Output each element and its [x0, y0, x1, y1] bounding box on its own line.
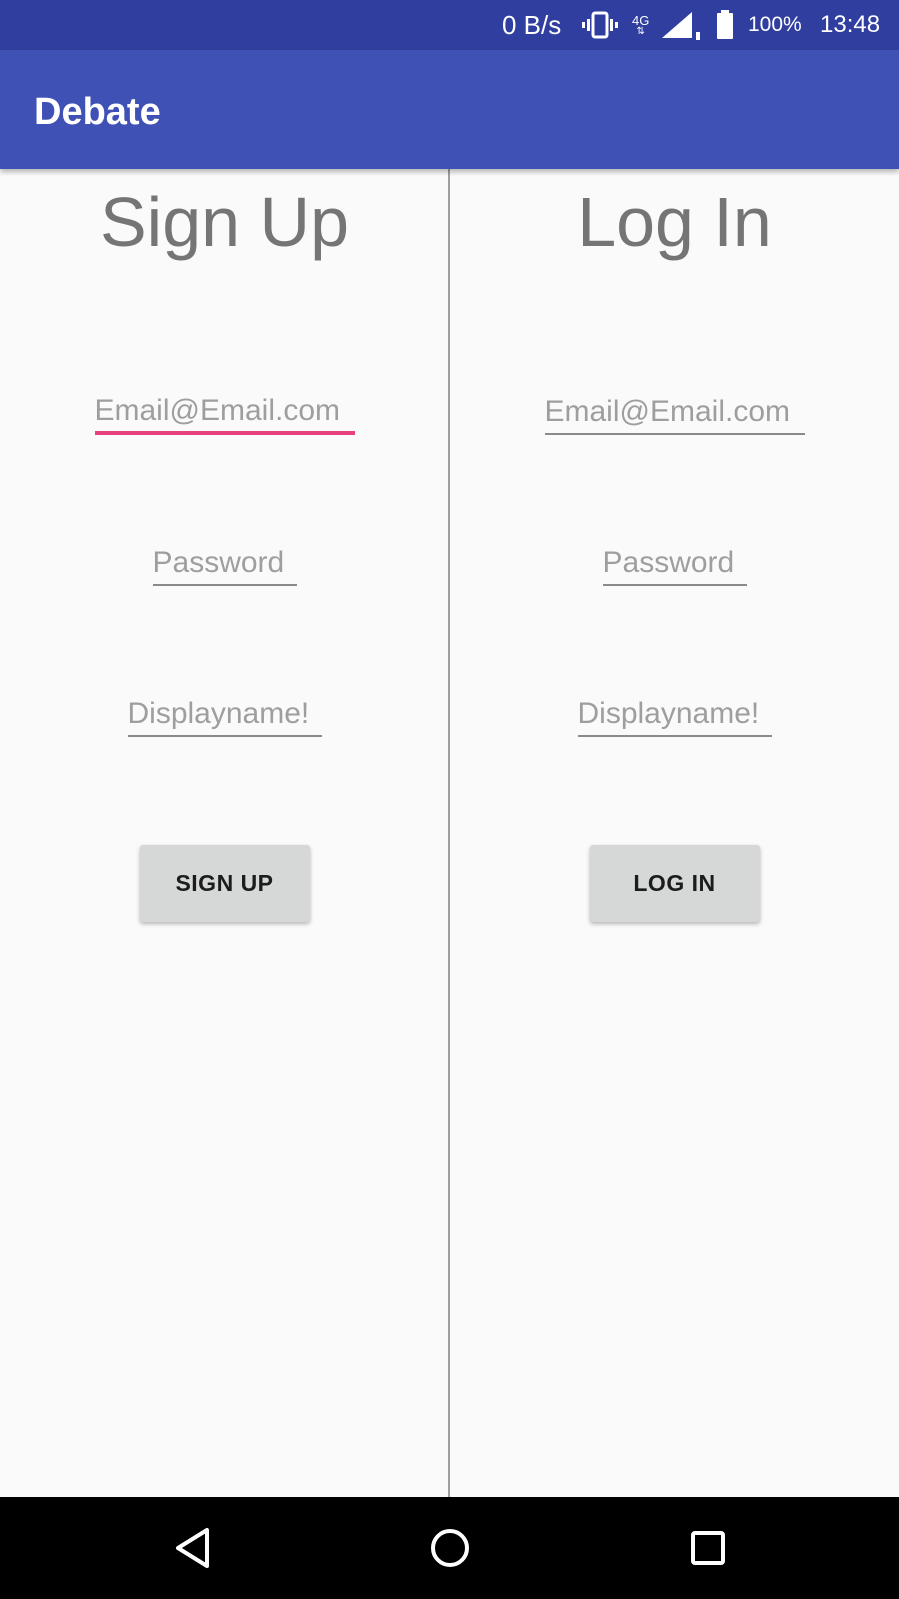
- signup-email-field[interactable]: [94, 391, 355, 435]
- signup-button[interactable]: SIGN UP: [139, 845, 310, 922]
- recents-icon[interactable]: [657, 1497, 759, 1599]
- login-displayname-field[interactable]: [577, 693, 772, 737]
- net-speed: 0 B/s: [502, 9, 562, 40]
- home-icon[interactable]: [399, 1497, 501, 1599]
- clock: 13:48: [820, 11, 881, 38]
- network-type: 4G: [632, 12, 650, 28]
- status-bar: 0 B/s 4G ⇅ 100% 13:48: [0, 0, 899, 50]
- login-pane: Log In LOG IN: [450, 169, 899, 1497]
- back-icon[interactable]: [142, 1497, 244, 1599]
- login-password-field[interactable]: [602, 542, 747, 586]
- app-title: Debate: [34, 91, 161, 133]
- battery-percent: 100%: [748, 13, 802, 36]
- signup-password-field[interactable]: [152, 542, 297, 586]
- login-button[interactable]: LOG IN: [589, 845, 760, 922]
- login-title: Log In: [577, 183, 772, 261]
- signup-displayname-field[interactable]: [127, 693, 322, 737]
- app-bar: Debate: [0, 50, 899, 169]
- navigation-bar: [0, 1497, 899, 1599]
- vibrate-icon: [582, 0, 618, 50]
- network-4g-icon: 4G ⇅: [632, 12, 650, 37]
- signup-title: Sign Up: [99, 183, 350, 261]
- login-email-field[interactable]: [544, 391, 805, 435]
- battery-icon: [716, 0, 734, 50]
- signup-pane: Sign Up SIGN UP: [0, 169, 449, 1497]
- signal-icon: [660, 0, 704, 50]
